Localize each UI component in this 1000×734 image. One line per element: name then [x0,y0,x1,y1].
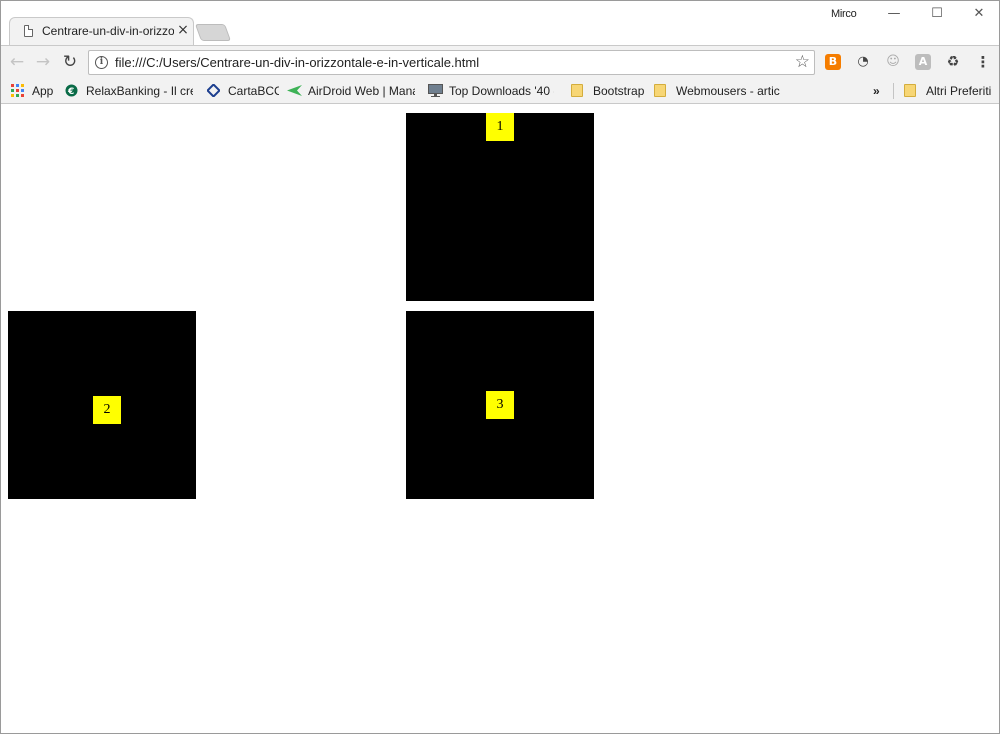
bookmarks-overflow-icon[interactable]: » [873,82,885,100]
svg-text:€: € [67,87,74,97]
minimize-icon[interactable]: — [879,3,909,25]
bookmark-star-icon[interactable]: ☆ [795,52,810,72]
black-box-1: 1 [406,113,594,301]
tab-title: Centrare-un-div-in-orizzontale-e-in-vert… [42,24,174,38]
url-text[interactable]: file:///C:/Users/Centrare-un-div-in-oriz… [115,55,479,70]
bookmark-airdroid[interactable]: AirDroid Web | Mana [287,82,415,100]
bookmark-label: RelaxBanking - Il cred [86,84,193,98]
bookmark-label: App [32,84,54,98]
bookmark-label: AirDroid Web | Mana [308,84,415,98]
tab-active[interactable]: Centrare-un-div-in-orizzontale-e-in-vert… [9,17,194,45]
recycle-icon[interactable]: ♻ [945,54,961,70]
relaxbanking-icon: € [65,84,78,97]
bookmark-app[interactable]: App [11,82,61,100]
bookmarks-divider [893,83,894,99]
info-icon[interactable]: i [95,56,108,69]
browser-toolbar: ← → ↻ i file:///C:/Users/Centrare-un-div… [1,45,999,80]
bookmark-bootstrap[interactable]: Bootstrap [571,82,646,100]
maximize-icon[interactable]: ☐ [922,3,952,25]
tab-close-icon[interactable]: × [175,21,191,39]
bookmark-cartabcc[interactable]: CartaBCC [207,82,279,100]
bookmark-other-favorites[interactable]: Altri Preferiti [904,82,996,100]
folder-icon [904,84,916,97]
bookmark-relaxbanking[interactable]: € RelaxBanking - Il cred [65,82,193,100]
bookmark-label: Altri Preferiti [926,84,992,98]
pdf-icon[interactable]: A [915,54,931,70]
box-label-3: 3 [486,391,514,419]
bookmark-label: CartaBCC [228,84,279,98]
black-box-3: 3 [406,311,594,499]
bookmarks-bar: App € RelaxBanking - Il cred CartaBCC Ai… [1,79,999,104]
box-label-2: 2 [93,396,121,424]
apps-grid-icon [11,84,24,97]
bookmark-label: Webmousers - articol [676,84,780,98]
folder-icon [654,84,666,97]
blogger-icon[interactable]: B [825,54,841,70]
bookmark-webmousers[interactable]: Webmousers - articol [654,82,780,100]
profile-name[interactable]: Mirco [831,8,857,20]
bookmark-top-downloads[interactable]: Top Downloads '40 - [428,82,554,100]
folder-icon [571,84,583,97]
forward-icon[interactable]: → [32,51,54,73]
back-icon[interactable]: ← [6,51,28,73]
cartabcc-icon [207,83,221,98]
speedometer-icon[interactable]: ◔ [855,54,871,70]
reload-icon[interactable]: ↻ [59,51,81,73]
bookmark-label: Bootstrap [593,84,645,98]
address-bar[interactable]: i file:///C:/Users/Centrare-un-div-in-or… [88,50,815,75]
new-tab-button[interactable] [194,24,232,41]
tab-strip: Centrare-un-div-in-orizzontale-e-in-vert… [1,1,999,45]
page-content: 1 2 3 [1,104,999,733]
black-box-2: 2 [8,311,196,499]
smiley-icon[interactable]: ☺ [885,54,901,70]
airdroid-icon [287,84,302,97]
menu-icon[interactable]: ⋮ [975,54,991,70]
browser-window: Centrare-un-div-in-orizzontale-e-in-vert… [0,0,1000,734]
monitor-icon [428,84,443,97]
box-label-1: 1 [486,113,514,141]
bookmark-label: Top Downloads '40 - [449,84,554,98]
document-icon [24,25,33,37]
close-window-icon[interactable]: ✕ [964,3,994,25]
